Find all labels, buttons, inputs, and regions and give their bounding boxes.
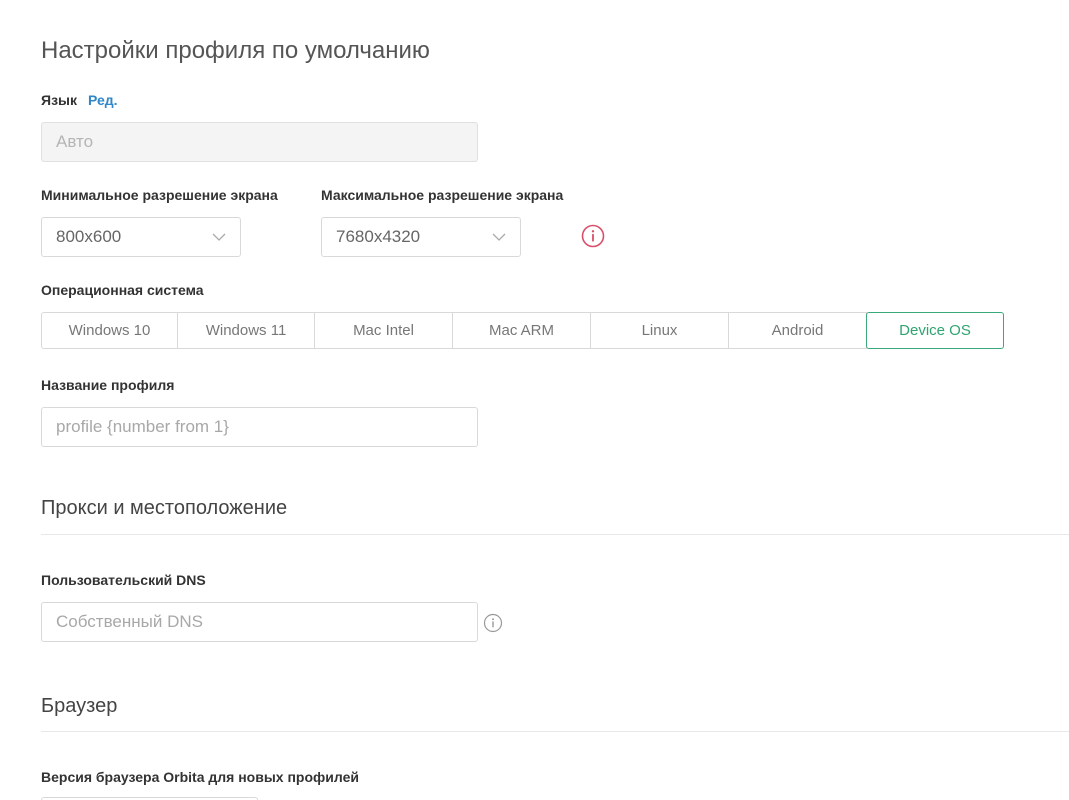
page-title: Настройки профиля по умолчанию: [41, 37, 430, 64]
chevron-down-icon: [492, 232, 506, 242]
section-divider: [41, 731, 1069, 732]
os-option-windows-11[interactable]: Windows 11: [177, 312, 315, 349]
dns-info-icon[interactable]: [483, 613, 503, 633]
section-divider: [41, 534, 1069, 535]
os-option-linux[interactable]: Linux: [590, 312, 729, 349]
min-resolution-label: Минимальное разрешение экрана: [41, 187, 278, 203]
resolution-info-icon[interactable]: [581, 224, 605, 248]
language-input[interactable]: [41, 122, 478, 162]
min-resolution-select[interactable]: 800x600: [41, 217, 241, 257]
settings-page: Настройки профиля по умолчанию Язык Ред.…: [0, 0, 1069, 800]
os-option-mac-intel[interactable]: Mac Intel: [314, 312, 453, 349]
language-label: Язык: [41, 92, 77, 108]
chevron-down-icon: [212, 232, 226, 242]
max-resolution-label: Максимальное разрешение экрана: [321, 187, 564, 203]
min-resolution-value: 800x600: [56, 227, 122, 246]
dns-input[interactable]: [41, 602, 478, 642]
max-resolution-value: 7680x4320: [336, 227, 421, 246]
os-option-windows-10[interactable]: Windows 10: [41, 312, 178, 349]
os-segmented-control: Windows 10 Windows 11 Mac Intel Mac ARM …: [41, 312, 1004, 349]
profile-name-input[interactable]: [41, 407, 478, 447]
os-option-mac-arm[interactable]: Mac ARM: [452, 312, 591, 349]
dns-label: Пользовательский DNS: [41, 572, 206, 588]
profile-name-label: Название профиля: [41, 377, 175, 393]
proxy-section-title: Прокси и местоположение: [41, 497, 288, 519]
os-option-device-os[interactable]: Device OS: [866, 312, 1004, 349]
orbita-version-label: Версия браузера Orbita для новых профиле…: [41, 769, 359, 785]
os-option-android[interactable]: Android: [728, 312, 867, 349]
max-resolution-select[interactable]: 7680x4320: [321, 217, 521, 257]
language-edit-link[interactable]: Ред.: [88, 92, 118, 108]
browser-section-title: Браузер: [41, 695, 118, 717]
os-label: Операционная система: [41, 282, 204, 298]
